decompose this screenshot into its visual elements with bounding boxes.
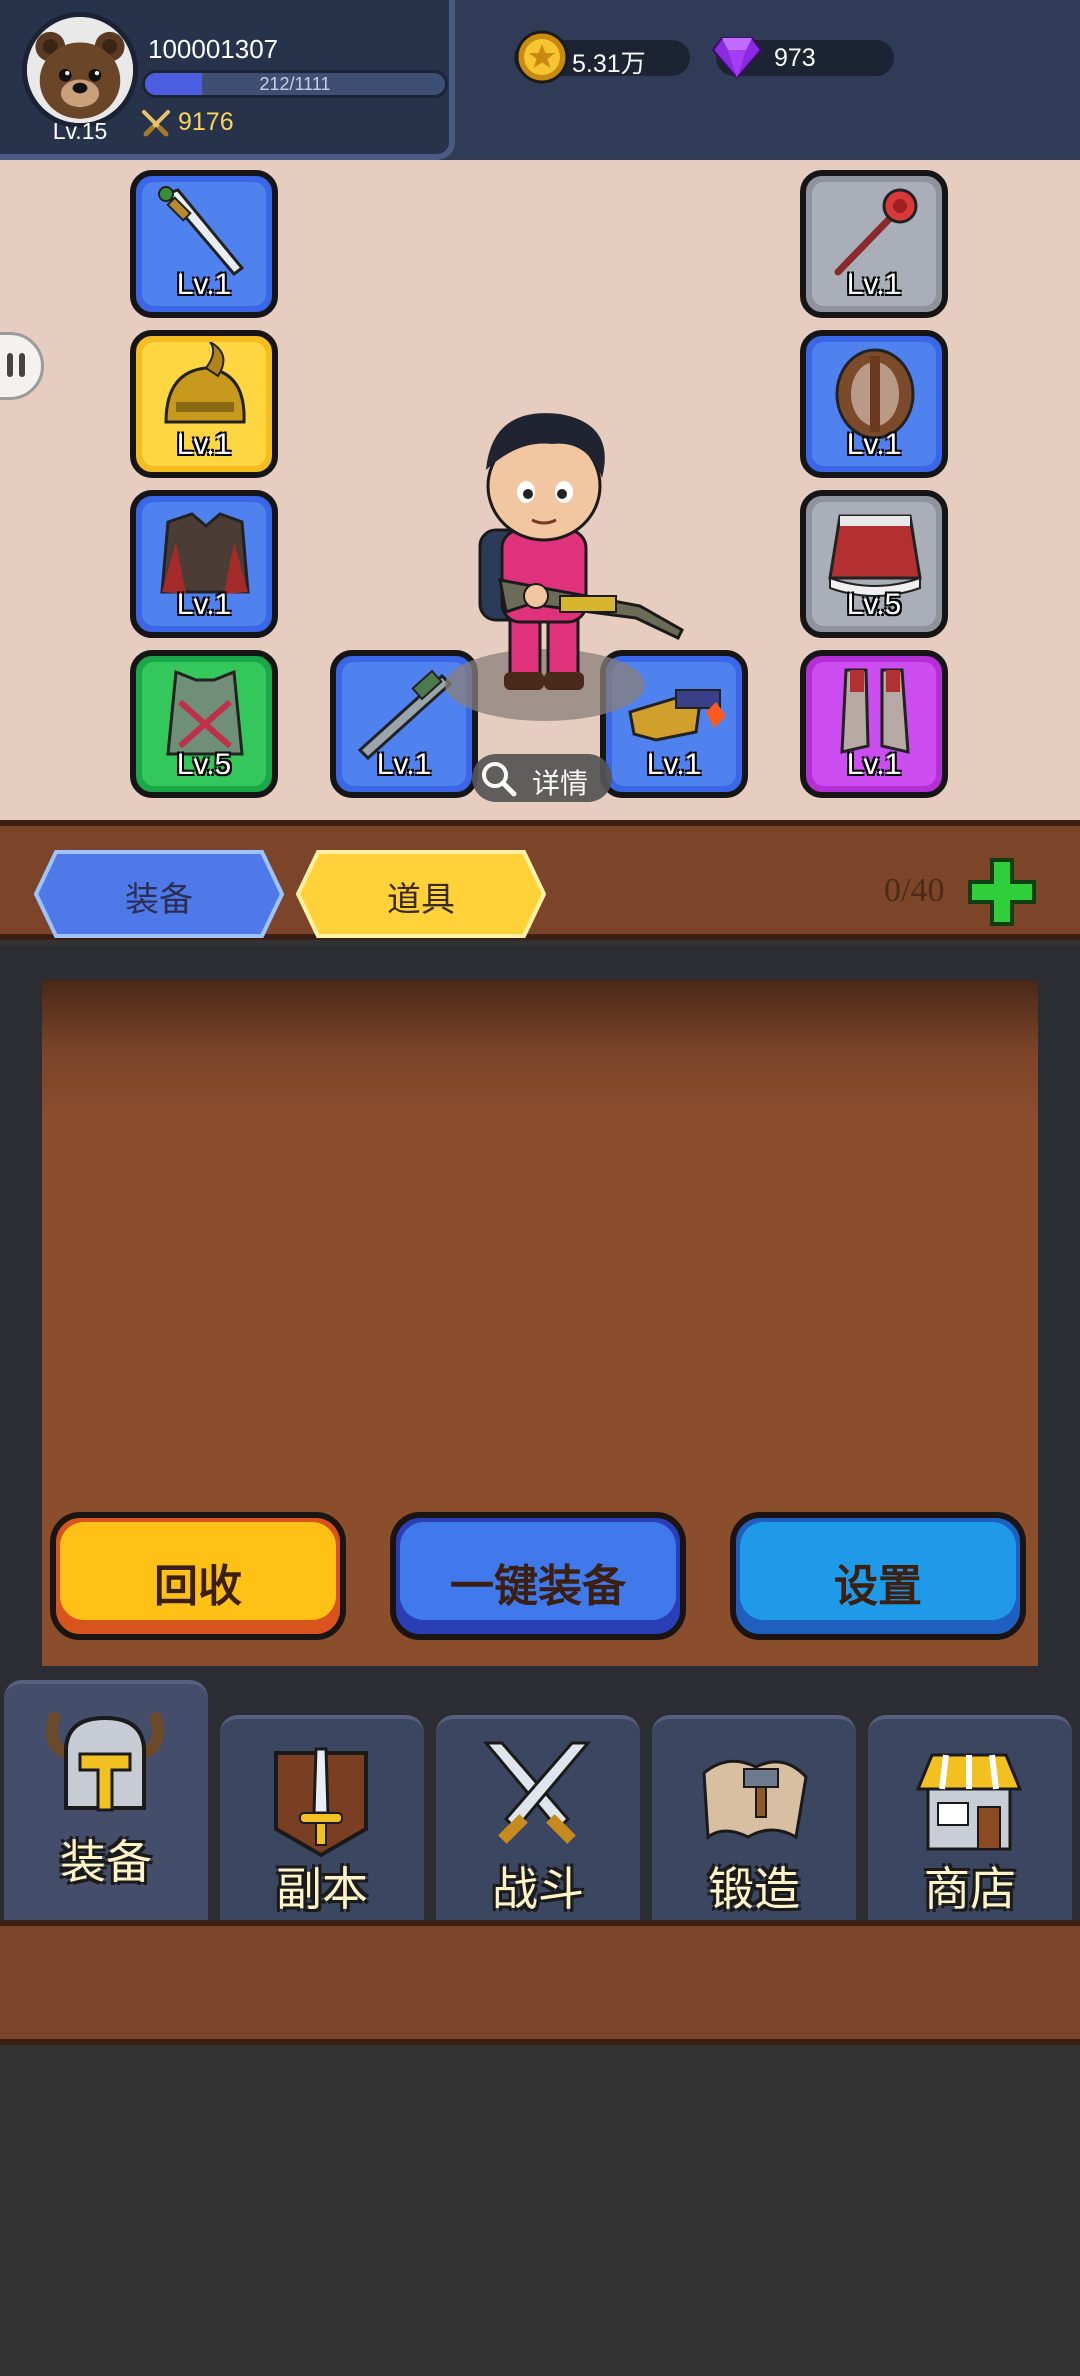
settings-label: 设置 <box>834 1561 922 1612</box>
nav-dungeon[interactable]: 副本 <box>220 1715 424 1920</box>
tab-items[interactable]: 道具 <box>296 850 546 938</box>
coin-amount: 5.31万 <box>572 50 646 78</box>
top-hud: Lv.15 100001307 212/1111 9176 5.31万 973 <box>0 0 1080 170</box>
bottom-wood-strip <box>0 1920 1080 2045</box>
player-card[interactable]: Lv.15 100001307 212/1111 9176 <box>0 0 455 160</box>
details-label: 详情 <box>532 767 589 800</box>
slot-level: Lv.1 <box>846 268 902 301</box>
dagger-icon <box>158 186 245 277</box>
equip-slot-vest[interactable]: Lv.5 <box>130 650 278 798</box>
player-level: Lv.15 <box>52 118 108 144</box>
nav-forge-label: 锻造 <box>708 1862 800 1916</box>
cloak-armor-icon <box>160 512 250 594</box>
inventory-capacity: 0/40 <box>884 872 945 909</box>
player-id: 100001307 <box>148 34 279 64</box>
shop-icon <box>915 1753 1023 1851</box>
equip-slot-shield[interactable]: Lv.1 <box>800 330 948 478</box>
equipment-panel: Lv.1 Lv.1 Lv.1 Lv.5 Lv.1 Lv.1 Lv.1 Lv.1 … <box>0 160 1080 820</box>
combat-power: 9176 <box>178 108 234 136</box>
slot-level: Lv.1 <box>176 428 232 461</box>
slot-level: Lv.1 <box>176 268 232 301</box>
slot-level: Lv.1 <box>846 748 902 781</box>
helmet-icon <box>46 1712 164 1812</box>
xp-bar: 212/1111 <box>142 70 448 98</box>
auto-equip-label: 一键装备 <box>450 1561 626 1612</box>
nav-battle[interactable]: 战斗 <box>436 1715 640 1920</box>
forge-scroll-icon <box>702 1759 808 1840</box>
nav-equipment[interactable]: 装备 <box>4 1680 208 1920</box>
equip-slot-skirt[interactable]: Lv.5 <box>800 490 948 638</box>
equip-slot-armor[interactable]: Lv.1 <box>130 490 278 638</box>
hero-character <box>445 413 684 721</box>
tab-equipment-label: 装备 <box>125 880 193 920</box>
slot-level: Lv.5 <box>176 748 232 781</box>
gold-coin-icon <box>515 30 569 84</box>
recycle-button[interactable]: 回收 <box>50 1512 346 1640</box>
tab-equipment[interactable]: 装备 <box>34 850 284 938</box>
nav-shop[interactable]: 商店 <box>868 1715 1072 1920</box>
purple-gem-icon <box>712 37 762 80</box>
slot-level: Lv.1 <box>646 748 702 781</box>
nav-equipment-label: 装备 <box>60 1835 152 1889</box>
rose-wand-icon <box>834 188 918 276</box>
round-shield-icon <box>835 348 915 440</box>
equip-slot-wand[interactable]: Lv.1 <box>800 170 948 318</box>
sword-icon <box>274 1747 368 1858</box>
equip-slot-boots[interactable]: Lv.1 <box>800 650 948 798</box>
magnifier-icon <box>482 762 517 797</box>
xp-text: 212/1111 <box>259 74 331 94</box>
nav-forge[interactable]: 锻造 <box>652 1715 856 1920</box>
skirt-icon <box>828 514 922 597</box>
golden-helmet-icon <box>164 342 246 424</box>
crossed-swords-power-icon <box>142 110 170 137</box>
green-vest-icon <box>166 669 244 756</box>
player-avatar[interactable] <box>22 12 138 128</box>
empty-area <box>0 2045 1080 2376</box>
recycle-label: 回收 <box>154 1561 242 1612</box>
expand-inventory-plus-icon[interactable] <box>966 856 1038 928</box>
inventory-tab-bar: 装备 道具 0/40 <box>0 820 1080 940</box>
equip-slot-weapon[interactable]: Lv.1 <box>130 170 278 318</box>
nav-shop-label: 商店 <box>924 1862 1016 1916</box>
tab-items-label: 道具 <box>387 880 455 920</box>
slot-level: Lv.1 <box>376 748 432 781</box>
gem-amount: 973 <box>774 44 816 72</box>
inventory-frame: 回收 一键装备 设置 <box>0 946 1080 1680</box>
bear-avatar-icon <box>27 17 133 123</box>
settings-button[interactable]: 设置 <box>730 1512 1026 1640</box>
boots-icon <box>840 668 910 754</box>
bottom-navigation: 装备 副本 战斗 锻造 商店 <box>0 1680 1080 1920</box>
nav-dungeon-label: 副本 <box>276 1862 368 1916</box>
side-pull-tab[interactable] <box>0 332 44 400</box>
nav-battle-label: 战斗 <box>492 1862 584 1916</box>
slot-level: Lv.1 <box>846 428 902 461</box>
slot-level: Lv.5 <box>846 588 902 621</box>
crossed-swords-icon <box>482 1741 592 1844</box>
equip-slot-helmet[interactable]: Lv.1 <box>130 330 278 478</box>
auto-equip-button[interactable]: 一键装备 <box>390 1512 686 1640</box>
details-button[interactable]: 详情 <box>472 754 612 802</box>
slot-level: Lv.1 <box>176 588 232 621</box>
